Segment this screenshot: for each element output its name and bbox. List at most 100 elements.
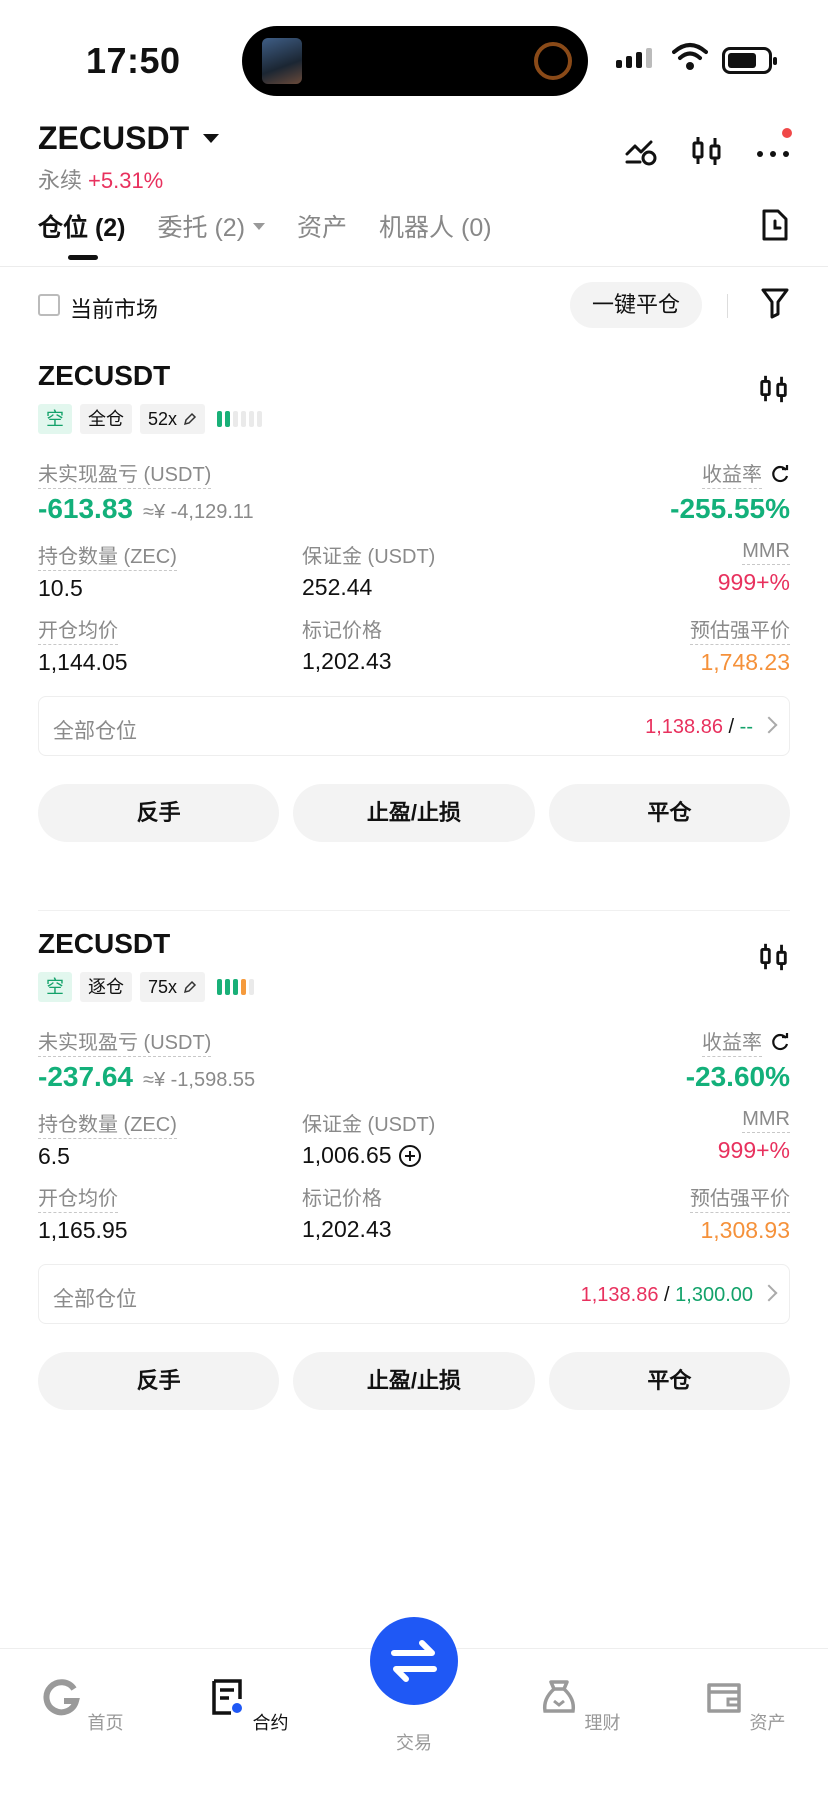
margin-value: 252.44 — [302, 574, 373, 600]
candlestick-chart-icon[interactable] — [758, 372, 790, 406]
size-label: 持仓数量 (ZEC) — [38, 540, 177, 571]
contract-icon — [212, 1679, 243, 1715]
media-thumbnail — [262, 38, 302, 84]
chevron-right-icon — [760, 1284, 778, 1302]
candlestick-chart-icon[interactable] — [690, 134, 724, 168]
liq-price-value: 1,308.93 — [700, 1217, 790, 1243]
add-margin-icon[interactable] — [398, 1144, 422, 1168]
mmr-value: 999+% — [717, 1137, 790, 1163]
entry-price-label: 开仓均价 — [38, 614, 118, 645]
nav-trade-label[interactable]: 交易 — [359, 1729, 469, 1755]
entry-price-value: 1,144.05 — [38, 649, 128, 675]
notification-dot — [782, 128, 792, 138]
liq-price-label: 预估强平价 — [690, 614, 790, 645]
risk-level-indicator — [217, 979, 255, 995]
chevron-down-icon — [253, 222, 266, 230]
close-all-button[interactable]: 一键平仓 — [569, 282, 702, 328]
tab-orders[interactable]: 委托 (2) — [158, 208, 266, 262]
mmr-value: 999+% — [717, 569, 790, 595]
nav-earn[interactable]: 理财 — [525, 1677, 635, 1735]
symbol-title: ZECUSDT — [38, 120, 190, 156]
trade-button[interactable] — [370, 1617, 458, 1705]
edit-icon — [184, 980, 197, 994]
cellular-signal-icon — [616, 48, 652, 68]
history-icon[interactable] — [760, 208, 790, 242]
tab-positions[interactable]: 仓位 (2) — [38, 208, 126, 262]
market-header: ZECUSDT 永续 +5.31% — [38, 120, 792, 200]
price-alert-icon[interactable] — [624, 134, 658, 168]
tp-price: 1,138.86 — [645, 716, 723, 738]
tab-bots[interactable]: 机器人 (0) — [379, 208, 492, 262]
wifi-icon — [672, 43, 708, 70]
size-value: 10.5 — [38, 575, 83, 601]
tpsl-button[interactable]: 止盈/止损 — [293, 1352, 535, 1410]
more-menu-icon[interactable] — [756, 128, 792, 168]
price-change: +5.31% — [88, 168, 164, 193]
liq-price-value: 1,748.23 — [700, 649, 790, 675]
tab-assets[interactable]: 资产 — [297, 208, 347, 262]
candlestick-chart-icon[interactable] — [758, 940, 790, 974]
sl-price: -- — [739, 716, 753, 738]
wallet-icon — [707, 1683, 742, 1713]
leverage-badge[interactable]: 52x — [140, 404, 206, 434]
refresh-icon[interactable] — [770, 464, 790, 484]
unrealized-pnl-value: -237.64 — [38, 1061, 133, 1092]
side-badge: 空 — [38, 972, 72, 1002]
margin-label: 保证金 (USDT) — [302, 546, 436, 568]
unrealized-pnl-label: 未实现盈亏 (USDT) — [38, 1026, 212, 1057]
refresh-icon[interactable] — [770, 1032, 790, 1052]
entry-price-value: 1,165.95 — [38, 1217, 128, 1243]
tpsl-button[interactable]: 止盈/止损 — [293, 784, 535, 842]
activity-ring-icon — [534, 42, 572, 80]
nav-home[interactable]: 首页 — [28, 1677, 138, 1735]
reverse-button[interactable]: 反手 — [38, 1352, 280, 1410]
all-positions-label: 全部仓位 — [53, 1288, 137, 1311]
all-positions-label: 全部仓位 — [53, 720, 137, 743]
bottom-navigation: 首页 合约 交易 理财 资产 — [0, 1617, 828, 1800]
nav-assets[interactable]: 资产 — [690, 1677, 800, 1735]
position-symbol[interactable]: ZECUSDT — [38, 360, 790, 392]
tpsl-separator: / — [728, 716, 735, 738]
earn-icon — [543, 1680, 576, 1713]
roi-value: -23.60% — [685, 1061, 790, 1092]
tp-price: 1,138.86 — [580, 1284, 659, 1306]
chevron-right-icon — [760, 716, 778, 734]
position-card: ZECUSDT 空 逐仓 75x 未实现盈亏 (USDT) -237.64 ≈¥ … — [38, 928, 790, 1410]
unrealized-pnl-label: 未实现盈亏 (USDT) — [38, 458, 212, 489]
margin-mode-badge[interactable]: 逐仓 — [80, 972, 132, 1002]
risk-level-indicator — [217, 411, 263, 427]
close-position-button[interactable]: 平仓 — [548, 784, 790, 842]
card-divider — [38, 910, 790, 911]
roi-label: 收益率 — [702, 1026, 762, 1057]
margin-label: 保证金 (USDT) — [302, 1114, 436, 1136]
pnl-cny-value: ≈¥ -4,129.11 — [142, 501, 254, 523]
mmr-label: MMR — [742, 1108, 790, 1133]
filter-row: 当前市场 一键平仓 — [38, 282, 790, 330]
position-symbol[interactable]: ZECUSDT — [38, 928, 790, 960]
edit-icon — [184, 412, 197, 426]
leverage-badge[interactable]: 75x — [140, 972, 206, 1002]
current-market-checkbox[interactable] — [38, 294, 60, 316]
mmr-label: MMR — [742, 540, 790, 565]
home-icon — [43, 1679, 81, 1716]
entry-price-label: 开仓均价 — [38, 1182, 118, 1213]
roi-label: 收益率 — [702, 458, 762, 489]
reverse-button[interactable]: 反手 — [38, 784, 280, 842]
margin-mode-badge[interactable]: 全仓 — [80, 404, 132, 434]
filter-icon[interactable] — [760, 286, 790, 320]
margin-value: 1,006.65 — [302, 1142, 392, 1168]
mark-price-value: 1,202.43 — [302, 648, 392, 674]
close-position-button[interactable]: 平仓 — [548, 1352, 790, 1410]
all-positions-tpsl-row[interactable]: 全部仓位 1,138.86 / 1,300.00 — [38, 1264, 790, 1324]
status-time: 17:50 — [86, 40, 181, 81]
battery-icon — [722, 47, 777, 74]
tabs-divider — [0, 266, 828, 267]
size-value: 6.5 — [38, 1143, 70, 1169]
tpsl-separator: / — [664, 1284, 670, 1306]
liq-price-label: 预估强平价 — [690, 1182, 790, 1213]
mark-price-value: 1,202.43 — [302, 1216, 392, 1242]
sl-price: 1,300.00 — [675, 1284, 753, 1306]
nav-contract[interactable]: 合约 — [193, 1677, 303, 1735]
filter-divider — [727, 294, 728, 318]
all-positions-tpsl-row[interactable]: 全部仓位 1,138.86 / -- — [38, 696, 790, 756]
